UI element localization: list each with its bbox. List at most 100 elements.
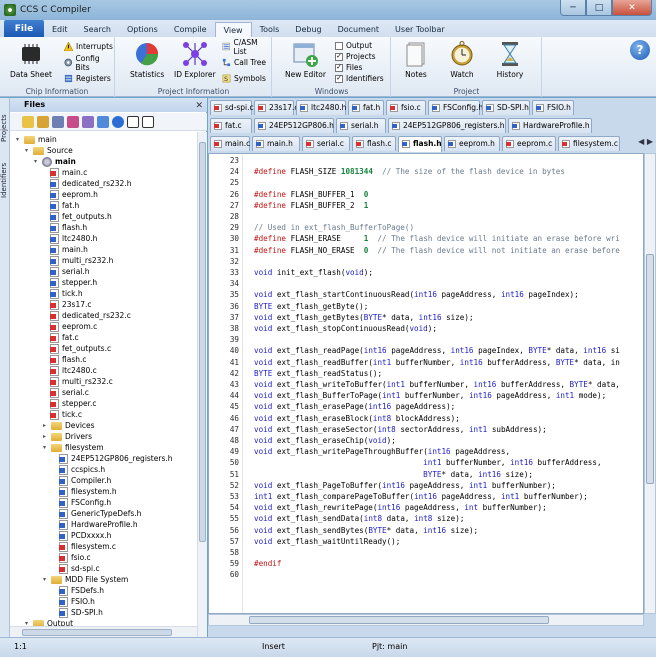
call-tree-button[interactable]: Call Tree [222,57,266,68]
add-file-icon[interactable] [22,115,34,128]
tree-horizontal-scrollbar[interactable] [10,626,197,637]
ribbon-tab-tools[interactable]: Tools [252,22,288,37]
statistics-button[interactable]: Statistics [130,40,164,79]
info-icon[interactable] [112,115,124,128]
edit-icon[interactable] [67,115,79,128]
history-button[interactable]: History [496,40,524,79]
tree-item[interactable]: ▾ main [14,134,57,145]
editor-tab-eeprom-h[interactable]: eeprom.h [444,136,500,151]
editor-tab-filesystem-c[interactable]: filesystem.c [558,136,620,151]
ribbon-tab-view[interactable]: View [214,22,252,37]
tree-item[interactable]: FSConfig.h [59,497,111,508]
expand-icon[interactable]: ▸ [41,422,48,429]
casm-list-button[interactable]: C/ASM List [222,38,271,56]
notes-button[interactable]: Notes [402,40,430,79]
tree-hscroll-thumb[interactable] [22,629,172,636]
editor-tab-ltc2480-h[interactable]: ltc2480.h [296,100,346,115]
tree-item[interactable]: eeprom.c [50,321,97,332]
tree-item[interactable]: multi_rs232.h [50,255,113,266]
files-toggle[interactable]: ✓ Files [335,62,362,73]
expand-icon[interactable]: ▸ [41,433,48,440]
ribbon-tab-search[interactable]: Search [76,22,119,37]
id-explorer-button[interactable]: ID Explorer [174,40,216,79]
tree-item[interactable]: fat.c [50,332,79,343]
tree-item[interactable]: FSIO.h [59,596,95,607]
tree-item[interactable]: serial.h [50,266,90,277]
editor-tab-24ep512gp806-h[interactable]: 24EP512GP806.h [254,118,334,133]
editor-tab-serial-c[interactable]: serial.c [302,136,350,151]
editor-tab-23s17-c[interactable]: 23s17.c [254,100,299,115]
ribbon-tab-compile[interactable]: Compile [166,22,215,37]
tree-item[interactable]: filesystem.h [59,486,117,497]
symbols-button[interactable]: S Symbols [222,73,266,84]
tree-item[interactable]: flash.c [50,354,87,365]
editor-horizontal-scrollbar[interactable] [208,614,644,626]
save-icon[interactable] [52,115,64,128]
tree-item[interactable]: ▸ Devices [41,420,95,431]
link-icon[interactable] [82,115,94,128]
tree-item[interactable]: ccspics.h [59,464,105,475]
tree-item[interactable]: 24EP512GP806_registers.h [59,453,173,464]
tree-item[interactable]: main.h [50,244,88,255]
side-tab-identifiers[interactable]: Identifiers [0,148,10,198]
ribbon-tab-edit[interactable]: Edit [44,22,76,37]
side-tab-projects[interactable]: Projects [0,102,10,142]
tree-item[interactable]: dedicated_rs232.c [50,310,131,321]
tree-item[interactable]: stepper.h [50,277,97,288]
tree-item[interactable]: ▾ filesystem [41,442,104,453]
editor-tab-fat-c[interactable]: fat.c [210,118,252,133]
tree-item[interactable]: fet_outputs.c [50,343,111,354]
interrupts-button[interactable]: Interrupts [64,41,113,52]
registers-button[interactable]: Registers [64,73,111,84]
tree-item[interactable]: ltc2480.c [50,365,97,376]
ribbon-tab-options[interactable]: Options [119,22,166,37]
editor-tab-hardwareprofile-h[interactable]: HardwareProfile.h [508,118,592,133]
tree-item[interactable]: multi_rs232.c [50,376,113,387]
output-toggle[interactable]: Output [335,40,372,51]
tree-item[interactable]: ▾ MDD File System [41,574,128,585]
tree-item[interactable]: HardwareProfile.h [59,519,138,530]
editor-vscroll-thumb[interactable] [646,254,654,484]
ribbon-tab-debug[interactable]: Debug [287,22,329,37]
editor-tab-24ep512gp806-registers-h[interactable]: 24EP512GP806_registers.h [388,118,506,133]
open-folder-icon[interactable] [37,115,49,128]
tree-item[interactable]: eeprom.h [50,189,98,200]
watch-button[interactable]: Watch [448,40,476,79]
editor-vertical-scrollbar[interactable] [644,153,656,614]
collapse-icon[interactable]: ▾ [32,158,39,165]
tree-item[interactable]: serial.c [50,387,89,398]
editor-tab-sd-spi-h[interactable]: SD-SPI.h [482,100,530,115]
close-icon[interactable]: ✕ [195,99,203,113]
editor-tab-serial-h[interactable]: serial.h [336,118,386,133]
editor-tab-main-h[interactable]: main.h [252,136,300,151]
tree-item[interactable]: 23s17.c [50,299,92,310]
tree-item[interactable]: Compiler.h [59,475,111,486]
tree-vertical-scrollbar[interactable] [197,132,207,637]
tree-item[interactable]: fat.h [50,200,79,211]
tree-item[interactable]: ▾ main [32,156,76,167]
tree-item[interactable]: dedicated_rs232.h [50,178,131,189]
editor-tab-fsconfig-h[interactable]: FSConfig.h [428,100,483,115]
tree-item[interactable]: fsio.c [59,552,91,563]
projects-checkbox[interactable]: ✓ [335,52,343,61]
collapse-icon[interactable]: ▾ [23,147,30,154]
editor-tab-sd-spi-c[interactable]: sd-spi.c [210,100,254,115]
projects-toggle[interactable]: ✓ Projects [335,51,376,62]
tree-item[interactable]: tick.c [50,409,82,420]
help-button[interactable]: ? [630,40,650,60]
identifiers-toggle[interactable]: ✓ Identifiers [335,73,384,84]
tree-item[interactable]: sd-spi.c [59,563,100,574]
expand-all-icon[interactable] [127,115,139,128]
editor-hscroll-thumb[interactable] [249,616,549,624]
ribbon-tab-user-toolbar[interactable]: User Toolbar [387,22,453,37]
tree-item[interactable]: ▾ Source [23,145,73,156]
ribbon-tab-document[interactable]: Document [330,22,387,37]
file-tab[interactable]: File [4,20,44,37]
editor-tab-fsio-c[interactable]: fsio.c [386,100,426,115]
editor-tab-eeprom-c[interactable]: eeprom.c [502,136,556,151]
collapse-icon[interactable]: ▾ [41,444,48,451]
editor-tab-fsio-h[interactable]: FSIO.h [532,100,574,115]
tree-item[interactable]: tick.h [50,288,83,299]
tree-item[interactable]: ltc2480.h [50,233,97,244]
data-sheet-button[interactable]: Data Sheet [10,40,52,79]
